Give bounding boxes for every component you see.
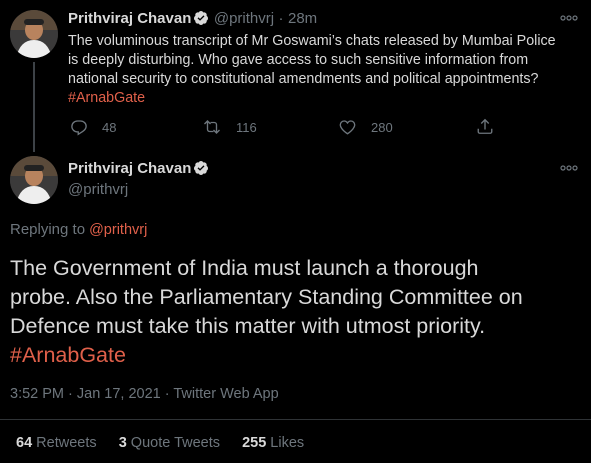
separator-dot: · (278, 10, 284, 27)
more-icon[interactable] (560, 10, 578, 26)
tweet-time[interactable]: 28m (288, 10, 317, 27)
reply-count: 48 (102, 119, 117, 135)
tweet2-text: The Government of India must launch a th… (10, 254, 585, 370)
replying-to: Replying to @prithvrj (10, 221, 147, 238)
retweet-button[interactable]: 116 (202, 118, 257, 136)
likes-count: 255 (242, 435, 267, 451)
share-icon (477, 118, 493, 134)
tweet2-text-line: The Government of India must launch a th… (10, 256, 479, 280)
replying-label: Replying to (10, 221, 86, 238)
tweet1-text-line: is deeply disturbing. Who gave access to… (68, 52, 529, 68)
quotes-count: 3 (118, 435, 127, 451)
avatar-image (10, 10, 58, 58)
retweets-count: 64 (16, 435, 33, 451)
like-count: 280 (371, 119, 393, 135)
tweet-timestamp[interactable]: 3:52 PM · Jan 17, 2021 · Twitter Web App (10, 386, 279, 402)
retweets-stat[interactable]: 64 Retweets (16, 435, 97, 451)
tweet2-author: Prithviraj Chavan @prithvrj (68, 160, 209, 198)
likes-stat[interactable]: 255 Likes (242, 435, 304, 451)
hashtag-link[interactable]: #ArnabGate (68, 89, 583, 108)
avatar-image (10, 156, 58, 204)
reply-icon (71, 120, 87, 136)
avatar[interactable] (10, 156, 58, 204)
like-button[interactable]: 280 (338, 118, 393, 136)
retweets-label: Retweets (36, 435, 97, 451)
author-name[interactable]: Prithviraj Chavan (68, 10, 191, 27)
tweet1-text-line: national security to constitutional amen… (68, 71, 539, 87)
divider (0, 419, 591, 420)
hashtag-link[interactable]: #ArnabGate (10, 341, 585, 370)
quotes-stat[interactable]: 3 Quote Tweets (119, 435, 220, 451)
replying-handle-link[interactable]: @prithvrj (89, 222, 147, 238)
likes-label: Likes (270, 435, 305, 451)
more-icon[interactable] (560, 160, 578, 176)
quotes-label: Quote Tweets (130, 435, 220, 451)
tweet1-text-line: The voluminous transcript of Mr Goswami’… (68, 33, 556, 49)
verified-badge-icon (194, 161, 209, 175)
retweet-icon (204, 120, 220, 134)
thread-line (33, 62, 35, 152)
verified-badge-icon (194, 11, 209, 25)
author-handle[interactable]: @prithvrj (214, 10, 274, 27)
tweet2-text-line: probe. Also the Parliamentary Standing C… (10, 285, 523, 309)
author-name[interactable]: Prithviraj Chavan (68, 160, 191, 177)
retweet-count: 116 (236, 119, 257, 135)
tweet1-header: Prithviraj Chavan @prithvrj · 28m (68, 10, 317, 28)
tweet2-text-line: Defence must take this matter with utmos… (10, 314, 486, 338)
engagement-stats: 64 Retweets 3 Quote Tweets 255 Likes (16, 435, 304, 451)
reply-button[interactable]: 48 (70, 118, 116, 136)
avatar[interactable] (10, 10, 58, 58)
share-button[interactable] (476, 117, 508, 136)
heart-icon (339, 120, 356, 135)
tweet1-text: The voluminous transcript of Mr Goswami’… (68, 32, 583, 108)
author-handle[interactable]: @prithvrj (68, 181, 209, 198)
